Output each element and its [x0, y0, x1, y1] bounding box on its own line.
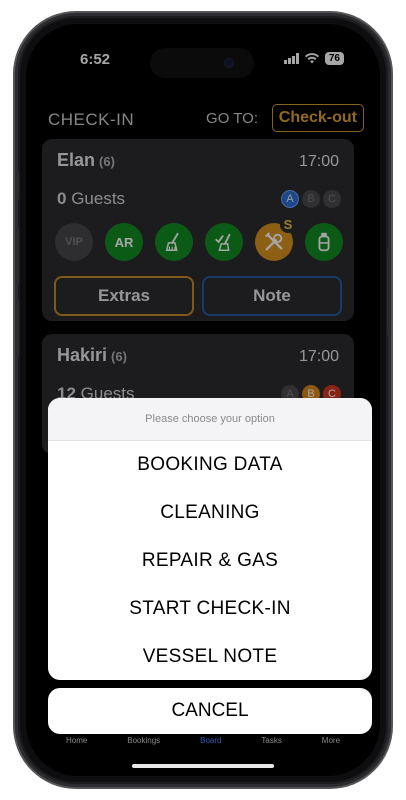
phone-frame: 6:52 76 CHECK-IN GO TO: Check-out Elan (6… — [18, 16, 388, 784]
tab-more[interactable]: More — [322, 736, 340, 756]
option-cleaning[interactable]: CLEANING — [48, 489, 372, 537]
screen: 6:52 76 CHECK-IN GO TO: Check-out Elan (6… — [26, 24, 380, 776]
action-button — [15, 172, 19, 200]
tab-bookings[interactable]: Bookings — [127, 736, 160, 756]
action-sheet: Please choose your option BOOKING DATA C… — [48, 398, 372, 680]
option-repair-gas[interactable]: REPAIR & GAS — [48, 537, 372, 585]
tab-board[interactable]: Board — [200, 736, 221, 756]
tab-tasks[interactable]: Tasks — [261, 736, 281, 756]
tab-bar: Home Bookings Board Tasks More — [26, 736, 380, 756]
volume-down-button — [15, 300, 19, 356]
option-start-check-in[interactable]: START CHECK-IN — [48, 585, 372, 633]
cancel-button[interactable]: CANCEL — [48, 688, 372, 734]
home-indicator[interactable] — [132, 764, 274, 768]
option-vessel-note[interactable]: VESSEL NOTE — [48, 633, 372, 680]
option-booking-data[interactable]: BOOKING DATA — [48, 441, 372, 489]
action-sheet-title: Please choose your option — [48, 398, 372, 441]
volume-up-button — [15, 228, 19, 284]
tab-home[interactable]: Home — [66, 736, 87, 756]
power-button — [387, 248, 391, 336]
